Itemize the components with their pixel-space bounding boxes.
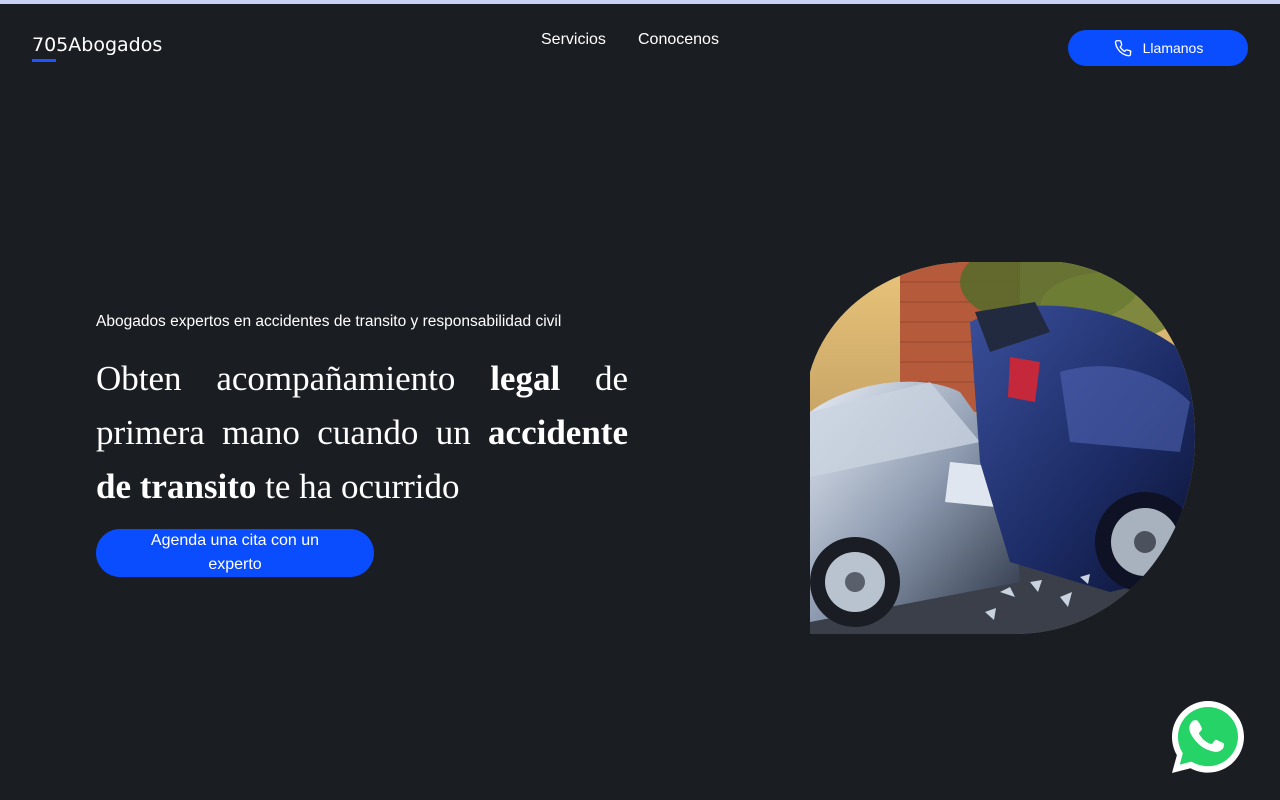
hero-headline: Obten acompañamiento legal de primera ma…: [96, 352, 628, 514]
brand-underline: [32, 59, 56, 62]
hero-eyebrow: Abogados expertos en accidentes de trans…: [96, 313, 562, 330]
headline-text: Obten acompañamiento: [96, 359, 491, 398]
schedule-appointment-label: Agenda una cita con un experto: [150, 532, 320, 573]
top-strip: [0, 0, 1280, 4]
schedule-appointment-button[interactable]: Agenda una cita con un experto: [96, 529, 374, 577]
nav-link-conocenos[interactable]: Conocenos: [638, 31, 719, 49]
headline-emphasis-legal: legal: [490, 359, 561, 398]
call-button-label: Llamanos: [1142, 40, 1204, 56]
whatsapp-icon: [1172, 701, 1244, 773]
phone-icon: [1113, 38, 1133, 58]
call-button[interactable]: Llamanos: [1068, 30, 1248, 66]
whatsapp-button[interactable]: [1168, 697, 1248, 777]
nav-link-servicios[interactable]: Servicios: [541, 31, 606, 49]
car-crash-illustration: [810, 262, 1195, 634]
headline-text: te ha ocurrido: [256, 467, 460, 506]
